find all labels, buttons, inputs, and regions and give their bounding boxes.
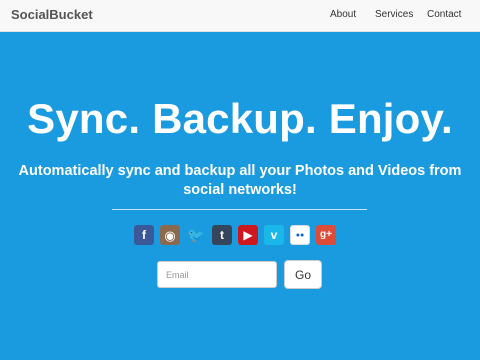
instagram-icon[interactable]: ◉ [160, 225, 180, 245]
google-plus-icon[interactable]: g+ [316, 225, 336, 245]
hero-divider [112, 209, 367, 210]
nav-link-services[interactable]: Services [375, 9, 413, 20]
nav-link-contact[interactable]: Contact [427, 9, 461, 20]
facebook-icon[interactable]: f [134, 225, 154, 245]
vimeo-icon[interactable]: v [264, 225, 284, 245]
hero-section: Sync. Backup. Enjoy. Automatically sync … [0, 32, 480, 360]
navbar: SocialBucket About Services Contact [0, 0, 480, 32]
hero-subheadline: Automatically sync and backup all your P… [18, 163, 462, 198]
brand-logo[interactable]: SocialBucket [11, 7, 93, 22]
tumblr-icon[interactable]: t [212, 225, 232, 245]
social-icons-row: f ◉ 🐦 t ▶ v ●● g+ [134, 225, 336, 245]
youtube-icon[interactable]: ▶ [238, 225, 258, 245]
nav-link-about[interactable]: About [330, 9, 356, 20]
flickr-icon[interactable]: ●● [290, 225, 310, 245]
hero-headline: Sync. Backup. Enjoy. [27, 95, 453, 142]
go-button[interactable]: Go [284, 260, 322, 289]
email-input[interactable] [157, 261, 277, 288]
twitter-icon[interactable]: 🐦 [186, 225, 206, 245]
